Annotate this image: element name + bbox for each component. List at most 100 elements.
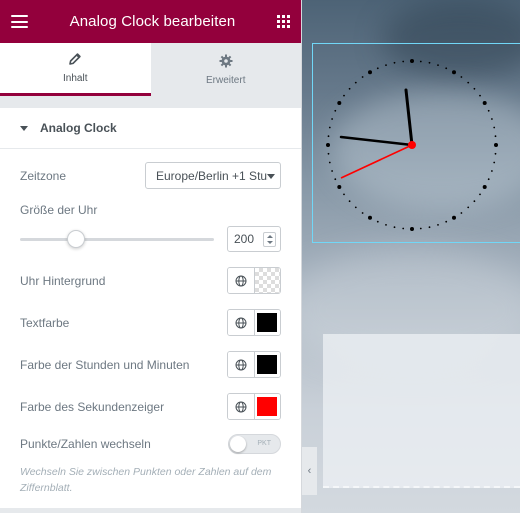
- minute-marker-dot: [437, 64, 439, 66]
- minute-marker-dot: [327, 135, 330, 138]
- hands-color-control: [227, 351, 281, 378]
- size-input[interactable]: 200: [227, 226, 281, 252]
- minute-marker-dot: [473, 200, 476, 203]
- minute-marker-dot: [494, 135, 497, 138]
- text-color-row: Textfarbe: [20, 309, 281, 336]
- size-slider-handle[interactable]: [67, 230, 86, 248]
- hamburger-icon[interactable]: [11, 15, 28, 28]
- minute-marker-dot: [343, 193, 345, 196]
- size-slider-track[interactable]: [20, 238, 214, 241]
- analog-clock: [326, 59, 498, 231]
- text-color-label: Textfarbe: [20, 315, 70, 330]
- background-row: Uhr Hintergrund: [20, 267, 281, 294]
- second-color-picker[interactable]: [254, 394, 280, 419]
- hour-marker-dot: [368, 215, 372, 220]
- global-colors-button[interactable]: [228, 310, 255, 335]
- tab-bar: Inhalt Erweitert: [0, 43, 301, 96]
- second-color-control: [227, 393, 281, 420]
- hour-marker-dot: [452, 215, 456, 220]
- minute-marker-dot: [402, 227, 405, 230]
- minute-marker-dot: [445, 220, 448, 223]
- global-colors-button[interactable]: [228, 394, 255, 419]
- minute-marker-dot: [487, 109, 490, 112]
- minute-marker-dot: [460, 76, 463, 78]
- minute-marker-dot: [385, 224, 387, 226]
- hour-marker-dot: [368, 70, 372, 75]
- content-placeholder: [323, 334, 520, 488]
- minute-marker-dot: [491, 170, 493, 172]
- chevron-left-icon: ‹: [307, 465, 312, 477]
- minute-marker-dot: [460, 212, 463, 214]
- switch-knob: [230, 436, 246, 452]
- minute-marker-dot: [348, 87, 351, 90]
- tab-advanced[interactable]: Erweitert: [151, 43, 302, 96]
- second-color-label: Farbe des Sekundenzeiger: [20, 399, 165, 414]
- minute-marker-dot: [393, 226, 396, 229]
- second-color-row: Farbe des Sekundenzeiger: [20, 393, 281, 420]
- minute-marker-dot: [327, 152, 330, 155]
- minute-marker-dot: [393, 61, 396, 64]
- section-toggle[interactable]: Analog Clock: [0, 108, 301, 149]
- tabs-spacer: [0, 96, 301, 108]
- globe-icon: [235, 275, 247, 286]
- dots-numbers-switch[interactable]: PKT: [228, 434, 281, 454]
- clock-widget[interactable]: [312, 43, 520, 243]
- minute-marker-dot: [419, 227, 422, 230]
- panel-header: Analog Clock bearbeiten: [0, 0, 301, 43]
- hands-color-row: Farbe der Stunden und Minuten: [20, 351, 281, 378]
- minute-marker-dot: [361, 76, 364, 78]
- hands-color-picker[interactable]: [254, 352, 280, 377]
- minute-marker-dot: [491, 118, 493, 120]
- minute-marker-dot: [354, 81, 357, 84]
- tab-content[interactable]: Inhalt: [0, 43, 151, 96]
- tab-advanced-label: Erweitert: [206, 74, 246, 86]
- minute-marker-dot: [419, 60, 422, 63]
- help-text: Wechseln Sie zwischen Punkten oder Zahle…: [20, 466, 272, 494]
- minute-marker-dot: [334, 178, 337, 181]
- size-label: Größe der Uhr: [20, 203, 98, 217]
- background-label: Uhr Hintergrund: [20, 273, 106, 288]
- minute-marker-dot: [361, 212, 364, 214]
- minute-marker-dot: [385, 64, 387, 66]
- text-color-swatch: [257, 313, 278, 332]
- minute-marker-dot: [328, 161, 331, 164]
- minute-marker-dot: [354, 206, 357, 209]
- gear-icon: [219, 54, 233, 67]
- minute-marker-dot: [467, 206, 470, 209]
- second-hand: [340, 144, 413, 179]
- minute-marker-dot: [428, 61, 431, 64]
- minute-marker-dot: [376, 67, 379, 70]
- minute-marker-dot: [376, 220, 379, 223]
- globe-icon: [235, 401, 247, 412]
- minute-marker-dot: [437, 224, 439, 226]
- dots-toggle-label: Punkte/Zahlen wechseln: [20, 437, 151, 451]
- hour-marker-dot: [410, 227, 414, 231]
- hour-marker-dot: [326, 143, 330, 147]
- tab-content-label: Inhalt: [63, 73, 88, 84]
- editor-panel: Analog Clock bearbeiten Inhalt Erweitert…: [0, 0, 302, 513]
- minute-marker-dot: [402, 60, 405, 63]
- size-stepper[interactable]: [263, 232, 276, 247]
- minute-marker-dot: [331, 118, 333, 120]
- text-color-control: [227, 309, 281, 336]
- collapse-panel-button[interactable]: ‹: [302, 447, 317, 495]
- minute-marker-dot: [467, 81, 470, 84]
- hour-marker-dot: [410, 59, 414, 63]
- grid-icon[interactable]: [277, 15, 290, 28]
- global-colors-button[interactable]: [228, 352, 255, 377]
- global-colors-button[interactable]: [228, 268, 255, 293]
- timezone-select[interactable]: Europe/Berlin +1 Stunde: [145, 162, 281, 189]
- hour-marker-dot: [482, 185, 487, 189]
- background-color-swatch[interactable]: [254, 268, 280, 293]
- hour-marker-dot: [452, 70, 456, 75]
- minute-marker-dot: [494, 152, 497, 155]
- hour-marker-dot: [337, 185, 342, 189]
- minute-marker-dot: [445, 67, 448, 70]
- preview-area: [302, 0, 520, 513]
- size-value: 200: [234, 232, 255, 246]
- hour-hand: [404, 88, 414, 147]
- minute-marker-dot: [348, 200, 351, 203]
- text-color-picker[interactable]: [254, 310, 280, 335]
- caret-down-icon: [20, 125, 28, 131]
- background-color-control: [227, 267, 281, 294]
